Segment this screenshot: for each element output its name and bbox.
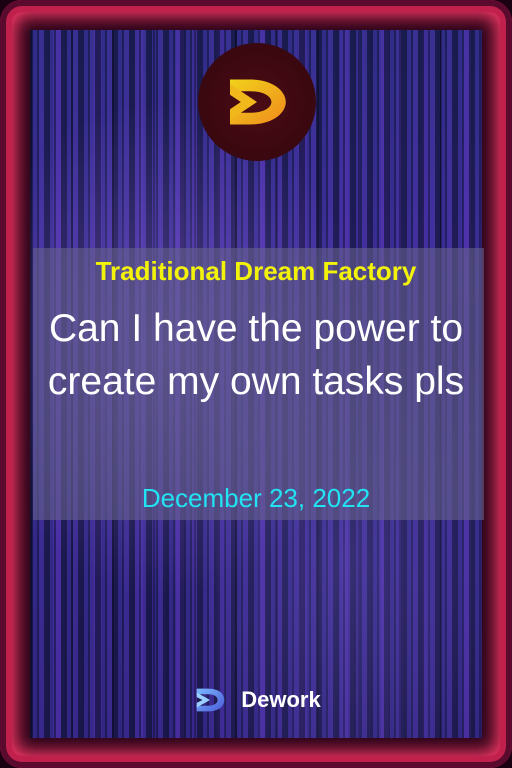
message-date: December 23, 2022 [141, 483, 371, 513]
brand-name: Dework [241, 687, 321, 712]
footer-brand: Dework [0, 681, 512, 719]
dream-factory-logo-icon [230, 79, 286, 125]
dework-logo-icon [196, 688, 225, 712]
organization-name: Traditional Dream Factory [95, 256, 417, 286]
message-text: Can I have the power to create my own ta… [47, 307, 465, 403]
organization-logo [198, 43, 316, 161]
